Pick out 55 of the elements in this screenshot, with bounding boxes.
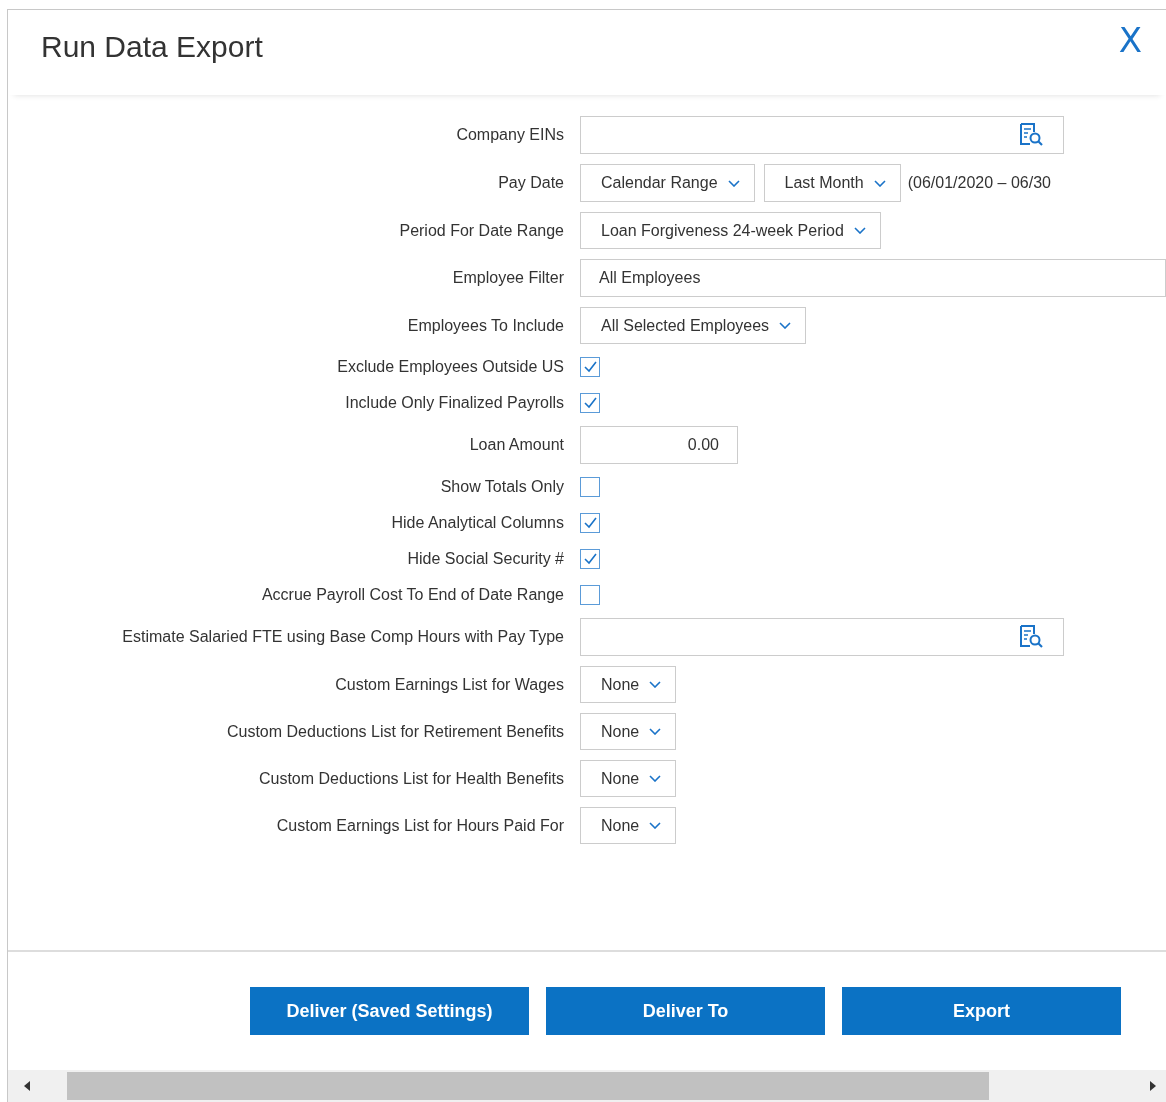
document-search-icon (1019, 625, 1043, 649)
checkbox[interactable] (580, 393, 600, 413)
document-search-icon (1019, 123, 1043, 147)
dropdown[interactable]: None (580, 760, 677, 797)
checkbox[interactable] (580, 357, 600, 377)
scroll-left-icon (24, 1081, 30, 1091)
field-label: Employee Filter (451, 269, 564, 287)
chevron-down-icon (649, 728, 662, 735)
action-button[interactable]: Export (842, 987, 1121, 1035)
field-label: Estimate Salaried FTE using Base Comp Hours with Pay Type (121, 628, 564, 646)
amount-field[interactable]: 0.00 (580, 426, 738, 464)
scrollbar-thumb[interactable] (67, 1072, 989, 1100)
lookup-field[interactable] (580, 618, 1064, 656)
field-label: Employees To Include (406, 316, 564, 335)
close-button[interactable]: X (1114, 22, 1146, 57)
checkbox[interactable] (580, 549, 600, 569)
chevron-down-icon (853, 227, 866, 234)
field-label: Custom Earnings List for Hours Paid For (275, 816, 564, 835)
dropdown[interactable]: Calendar Range (580, 164, 755, 202)
dialog-title: Run Data Export (41, 29, 263, 64)
field-label: Custom Deductions List for Retirement Benefits (225, 722, 564, 741)
checkbox[interactable] (580, 585, 600, 605)
field-label: Custom Deductions List for Health Benefits (257, 769, 564, 788)
chevron-down-icon (649, 681, 662, 688)
checkbox[interactable] (580, 477, 600, 497)
field-label: Hide Social Security # (406, 550, 564, 568)
dropdown[interactable]: All Selected Employees (580, 307, 807, 344)
dropdown[interactable]: None (580, 713, 677, 750)
field-label: Hide Analytical Columns (390, 514, 564, 532)
chevron-down-icon (649, 775, 662, 782)
dropdown[interactable]: Loan Forgiveness 24-week Period (580, 212, 881, 249)
field-label: Include Only Finalized Payrolls (344, 394, 564, 412)
field-label: Show Totals Only (439, 478, 564, 496)
action-button[interactable]: Deliver To (546, 987, 825, 1035)
action-button[interactable]: Deliver (Saved Settings) (250, 987, 529, 1035)
field-label: Accrue Payroll Cost To End of Date Range (260, 586, 564, 604)
field-label: Period For Date Range (398, 221, 564, 240)
checkbox[interactable] (580, 513, 600, 533)
scroll-right-icon (1150, 1081, 1156, 1091)
dropdown[interactable]: None (580, 666, 677, 703)
lookup-field[interactable] (580, 116, 1064, 154)
chevron-down-icon (873, 179, 886, 187)
field-label: Exclude Employees Outside US (336, 358, 564, 376)
chevron-down-icon (649, 822, 662, 829)
field-label: Company EINs (455, 126, 564, 144)
horizontal-scrollbar[interactable] (8, 1070, 1166, 1102)
field-label: Pay Date (497, 174, 564, 192)
chevron-down-icon (779, 322, 792, 329)
chevron-down-icon (727, 179, 740, 187)
field-label: Custom Earnings List for Wages (334, 675, 564, 694)
employee-filter-field[interactable]: All Employees (580, 259, 1166, 297)
dropdown[interactable]: None (580, 807, 677, 844)
date-range-text: (06/01/2020 – 06/30 (907, 174, 1051, 192)
dropdown[interactable]: Last Month (763, 164, 901, 202)
field-label: Loan Amount (468, 436, 564, 454)
